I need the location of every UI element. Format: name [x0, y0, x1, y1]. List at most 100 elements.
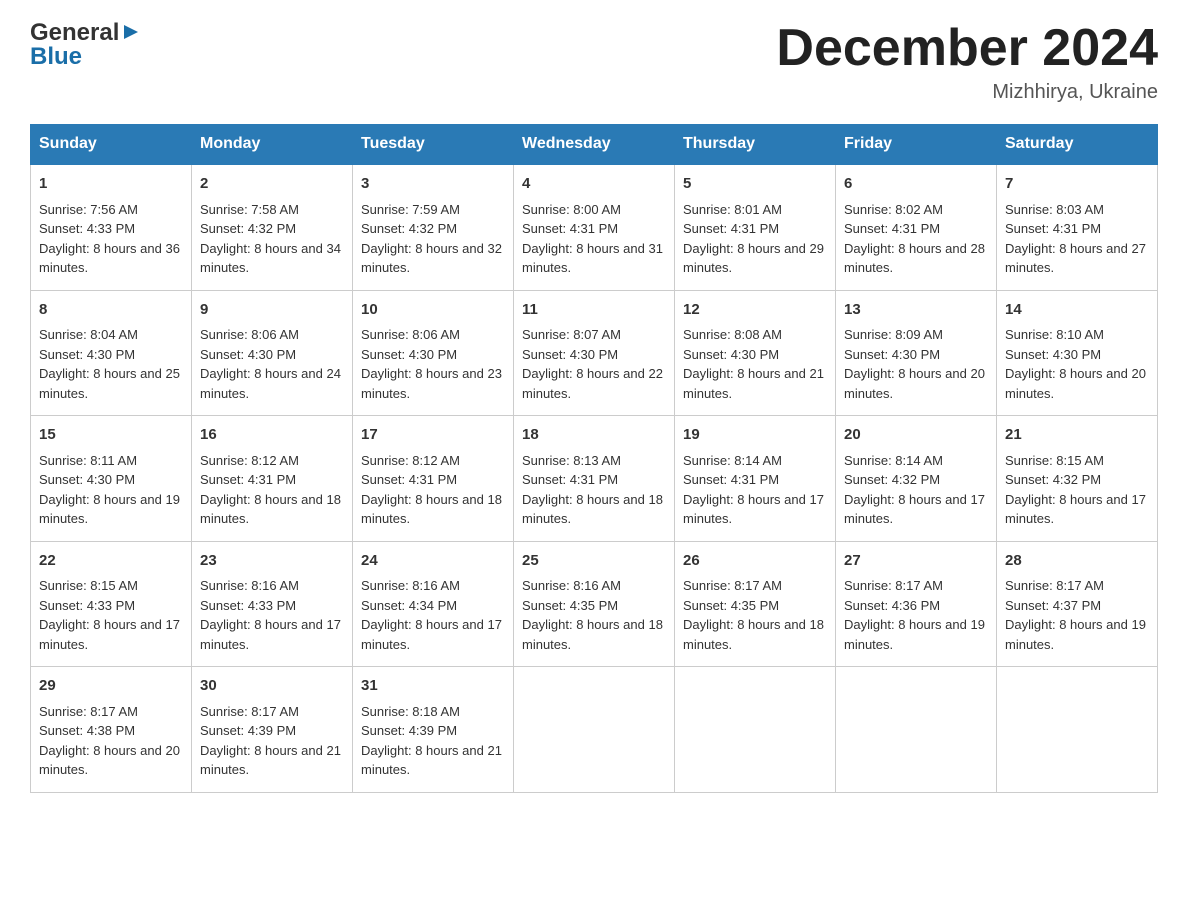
day-info: Sunrise: 8:14 AMSunset: 4:32 PMDaylight:…: [844, 451, 988, 529]
calendar-cell: 10Sunrise: 8:06 AMSunset: 4:30 PMDayligh…: [353, 290, 514, 416]
calendar-week-row: 15 Sunrise: 8:11 AMSunset: 4:30 PMDayligh…: [31, 416, 1158, 542]
day-number: 31: [361, 675, 505, 698]
day-info: Sunrise: 8:15 AMSunset: 4:33 PMDaylight:…: [39, 576, 183, 654]
day-info: Sunrise: 8:02 AMSunset: 4:31 PMDaylight:…: [844, 200, 988, 278]
day-info: Sunrise: 8:15 AMSunset: 4:32 PMDaylight:…: [1005, 451, 1149, 529]
calendar-cell: 1 Sunrise: 7:56 AMSunset: 4:33 PMDaylight…: [31, 164, 192, 290]
calendar-cell: 7 Sunrise: 8:03 AMSunset: 4:31 PMDaylight…: [997, 164, 1158, 290]
day-info: Sunrise: 8:18 AMSunset: 4:39 PMDaylight:…: [361, 702, 505, 780]
calendar-cell: 17 Sunrise: 8:12 AMSunset: 4:31 PMDayligh…: [353, 416, 514, 542]
calendar-cell: 5 Sunrise: 8:01 AMSunset: 4:31 PMDaylight…: [675, 164, 836, 290]
calendar-cell: [997, 667, 1158, 793]
day-number: 3: [361, 173, 505, 196]
location: Mizhhirya, Ukraine: [776, 81, 1158, 104]
day-header-sunday: Sunday: [31, 125, 192, 165]
day-info: Sunrise: 8:16 AMSunset: 4:35 PMDaylight:…: [522, 576, 666, 654]
day-info: Sunrise: 8:17 AMSunset: 4:37 PMDaylight:…: [1005, 576, 1149, 654]
day-number: 5: [683, 173, 827, 196]
day-number: 30: [200, 675, 344, 698]
day-info: Sunrise: 7:58 AMSunset: 4:32 PMDaylight:…: [200, 200, 344, 278]
day-header-wednesday: Wednesday: [514, 125, 675, 165]
day-number: 17: [361, 424, 505, 447]
calendar-cell: 11 Sunrise: 8:07 AMSunset: 4:30 PMDayligh…: [514, 290, 675, 416]
day-info: Sunrise: 8:06 AMSunset: 4:30 PMDaylight:…: [361, 325, 505, 403]
calendar-week-row: 22 Sunrise: 8:15 AMSunset: 4:33 PMDayligh…: [31, 541, 1158, 667]
calendar-cell: 30 Sunrise: 8:17 AMSunset: 4:39 PMDayligh…: [192, 667, 353, 793]
day-info: Sunrise: 8:07 AMSunset: 4:30 PMDaylight:…: [522, 325, 666, 403]
day-number: 18: [522, 424, 666, 447]
calendar-cell: 28 Sunrise: 8:17 AMSunset: 4:37 PMDayligh…: [997, 541, 1158, 667]
day-number: 9: [200, 299, 344, 322]
calendar-cell: 3Sunrise: 7:59 AMSunset: 4:32 PMDaylight…: [353, 164, 514, 290]
day-info: Sunrise: 8:04 AMSunset: 4:30 PMDaylight:…: [39, 325, 183, 403]
calendar-cell: 14 Sunrise: 8:10 AMSunset: 4:30 PMDayligh…: [997, 290, 1158, 416]
calendar-cell: 12 Sunrise: 8:08 AMSunset: 4:30 PMDayligh…: [675, 290, 836, 416]
day-number: 2: [200, 173, 344, 196]
day-number: 23: [200, 550, 344, 573]
day-info: Sunrise: 8:10 AMSunset: 4:30 PMDaylight:…: [1005, 325, 1149, 403]
day-number: 12: [683, 299, 827, 322]
day-number: 19: [683, 424, 827, 447]
day-header-friday: Friday: [836, 125, 997, 165]
calendar-week-row: 29 Sunrise: 8:17 AMSunset: 4:38 PMDayligh…: [31, 667, 1158, 793]
day-info: Sunrise: 8:12 AMSunset: 4:31 PMDaylight:…: [361, 451, 505, 529]
logo: General Blue: [30, 20, 142, 71]
day-info: Sunrise: 8:08 AMSunset: 4:30 PMDaylight:…: [683, 325, 827, 403]
day-info: Sunrise: 8:11 AMSunset: 4:30 PMDaylight:…: [39, 451, 183, 529]
calendar-cell: 8Sunrise: 8:04 AMSunset: 4:30 PMDaylight…: [31, 290, 192, 416]
day-info: Sunrise: 8:16 AMSunset: 4:34 PMDaylight:…: [361, 576, 505, 654]
day-info: Sunrise: 8:06 AMSunset: 4:30 PMDaylight:…: [200, 325, 344, 403]
calendar-header-row: SundayMondayTuesdayWednesdayThursdayFrid…: [31, 125, 1158, 165]
logo-arrow-icon: [120, 21, 142, 43]
calendar-table: SundayMondayTuesdayWednesdayThursdayFrid…: [30, 124, 1158, 793]
calendar-cell: [675, 667, 836, 793]
calendar-cell: 25Sunrise: 8:16 AMSunset: 4:35 PMDayligh…: [514, 541, 675, 667]
day-number: 24: [361, 550, 505, 573]
day-number: 4: [522, 173, 666, 196]
day-info: Sunrise: 8:01 AMSunset: 4:31 PMDaylight:…: [683, 200, 827, 278]
day-number: 1: [39, 173, 183, 196]
day-number: 20: [844, 424, 988, 447]
calendar-cell: 21Sunrise: 8:15 AMSunset: 4:32 PMDayligh…: [997, 416, 1158, 542]
day-info: Sunrise: 8:13 AMSunset: 4:31 PMDaylight:…: [522, 451, 666, 529]
day-info: Sunrise: 8:17 AMSunset: 4:35 PMDaylight:…: [683, 576, 827, 654]
day-number: 11: [522, 299, 666, 322]
day-info: Sunrise: 7:56 AMSunset: 4:33 PMDaylight:…: [39, 200, 183, 278]
day-number: 15: [39, 424, 183, 447]
calendar-cell: 13Sunrise: 8:09 AMSunset: 4:30 PMDayligh…: [836, 290, 997, 416]
day-number: 7: [1005, 173, 1149, 196]
calendar-cell: 23 Sunrise: 8:16 AMSunset: 4:33 PMDayligh…: [192, 541, 353, 667]
calendar-cell: [836, 667, 997, 793]
day-number: 13: [844, 299, 988, 322]
logo-blue: Blue: [30, 44, 142, 70]
day-number: 26: [683, 550, 827, 573]
calendar-cell: 29 Sunrise: 8:17 AMSunset: 4:38 PMDayligh…: [31, 667, 192, 793]
calendar-cell: 22 Sunrise: 8:15 AMSunset: 4:33 PMDayligh…: [31, 541, 192, 667]
calendar-cell: 18 Sunrise: 8:13 AMSunset: 4:31 PMDayligh…: [514, 416, 675, 542]
day-info: Sunrise: 8:14 AMSunset: 4:31 PMDaylight:…: [683, 451, 827, 529]
calendar-cell: 20 Sunrise: 8:14 AMSunset: 4:32 PMDayligh…: [836, 416, 997, 542]
calendar-cell: 15 Sunrise: 8:11 AMSunset: 4:30 PMDayligh…: [31, 416, 192, 542]
day-header-tuesday: Tuesday: [353, 125, 514, 165]
day-number: 29: [39, 675, 183, 698]
calendar-week-row: 8Sunrise: 8:04 AMSunset: 4:30 PMDaylight…: [31, 290, 1158, 416]
day-number: 22: [39, 550, 183, 573]
month-title: December 2024: [776, 20, 1158, 77]
day-number: 28: [1005, 550, 1149, 573]
day-number: 14: [1005, 299, 1149, 322]
day-info: Sunrise: 8:17 AMSunset: 4:39 PMDaylight:…: [200, 702, 344, 780]
calendar-cell: 24 Sunrise: 8:16 AMSunset: 4:34 PMDayligh…: [353, 541, 514, 667]
calendar-cell: 27Sunrise: 8:17 AMSunset: 4:36 PMDayligh…: [836, 541, 997, 667]
day-number: 16: [200, 424, 344, 447]
day-info: Sunrise: 8:17 AMSunset: 4:38 PMDaylight:…: [39, 702, 183, 780]
day-number: 6: [844, 173, 988, 196]
day-info: Sunrise: 8:00 AMSunset: 4:31 PMDaylight:…: [522, 200, 666, 278]
day-info: Sunrise: 8:16 AMSunset: 4:33 PMDaylight:…: [200, 576, 344, 654]
day-header-saturday: Saturday: [997, 125, 1158, 165]
day-info: Sunrise: 8:17 AMSunset: 4:36 PMDaylight:…: [844, 576, 988, 654]
calendar-cell: 4 Sunrise: 8:00 AMSunset: 4:31 PMDaylight…: [514, 164, 675, 290]
page-header: General Blue December 2024 Mizhhirya, Uk…: [30, 20, 1158, 104]
title-block: December 2024 Mizhhirya, Ukraine: [776, 20, 1158, 104]
calendar-cell: 6 Sunrise: 8:02 AMSunset: 4:31 PMDaylight…: [836, 164, 997, 290]
day-info: Sunrise: 8:03 AMSunset: 4:31 PMDaylight:…: [1005, 200, 1149, 278]
